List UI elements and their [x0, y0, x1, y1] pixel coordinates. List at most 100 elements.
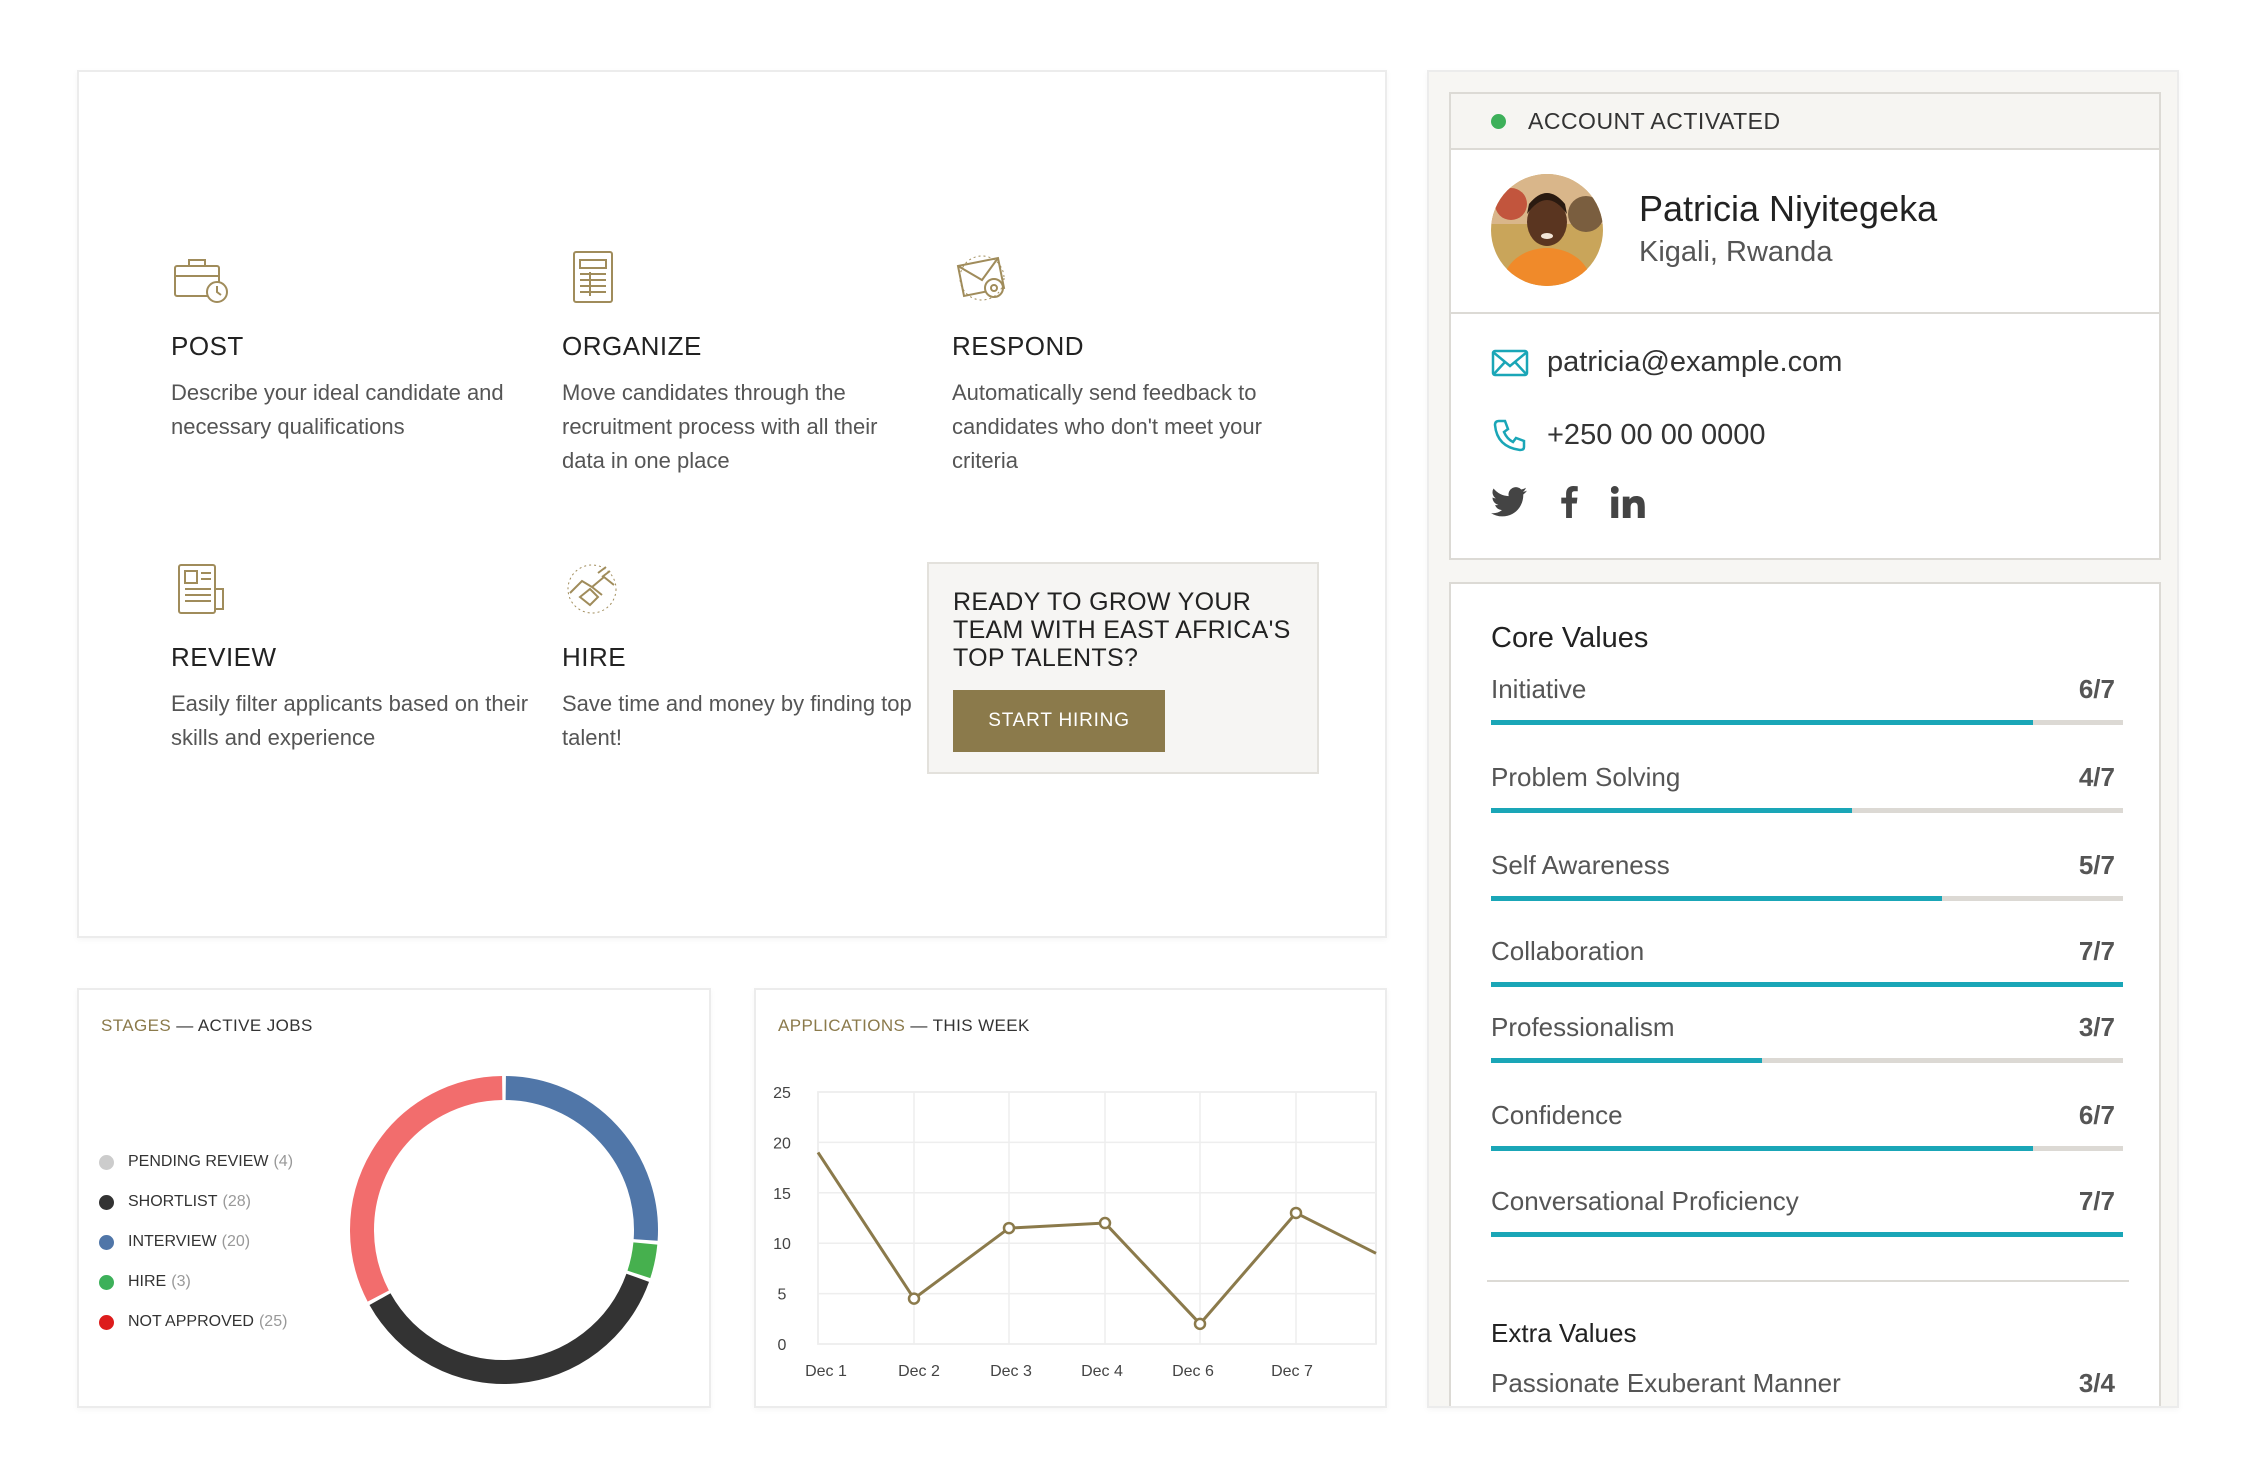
- features-card: POST Describe your ideal candidate and n…: [77, 70, 1387, 938]
- x-tick-label: Dec 2: [898, 1363, 940, 1380]
- twitter-icon[interactable]: [1491, 487, 1527, 517]
- feature-title: ORGANIZE: [562, 331, 702, 361]
- core-value-label: Collaboration: [1491, 936, 1645, 966]
- legend-count: (28): [222, 1193, 251, 1210]
- stages-donut-chart: [350, 1076, 658, 1384]
- legend-item: PENDING REVIEW (4): [99, 1142, 293, 1182]
- briefcase-clock-icon: [174, 259, 228, 303]
- y-tick-label: 20: [773, 1135, 791, 1152]
- values-divider: [1487, 1280, 2129, 1282]
- donut-slice-interview: [505, 1076, 658, 1241]
- linkedin-icon[interactable]: [1611, 486, 1645, 518]
- core-value-fill: [1491, 720, 2033, 725]
- donut-slice-hire: [627, 1242, 658, 1279]
- stages-card: STAGES — ACTIVE JOBS PENDING REVIEW (4) SH…: [77, 988, 711, 1408]
- core-value-row: Initiative 6/7: [1491, 674, 2123, 725]
- legend-dot: [99, 1274, 114, 1290]
- legend-dot: [99, 1154, 114, 1170]
- core-value-fill: [1491, 1146, 2033, 1151]
- start-hiring-button[interactable]: START HIRING: [953, 690, 1165, 752]
- phone-icon: [1493, 419, 1526, 452]
- donut-slice-shortlist: [369, 1273, 650, 1384]
- y-tick-label: 25: [773, 1085, 791, 1102]
- feature-title: REVIEW: [171, 642, 277, 672]
- feature-desc: Automatically send feedback to candidate…: [952, 380, 1262, 473]
- profile-phone[interactable]: +250 00 00 0000: [1547, 419, 1766, 452]
- profile-card: ACCOUNT ACTIVATED Patricia Niyitegeka Ki…: [1449, 92, 2161, 560]
- candidate-panel: ACCOUNT ACTIVATED Patricia Niyitegeka Ki…: [1427, 70, 2179, 1408]
- applications-card: APPLICATIONS — THIS WEEK 0 5 10 15 20 25 Dec 1…: [754, 988, 1387, 1408]
- data-point: [1289, 1206, 1303, 1220]
- x-tick-label: Dec 6: [1172, 1363, 1214, 1380]
- core-value-track: [1491, 1232, 2123, 1237]
- feature-title: HIRE: [562, 642, 627, 672]
- core-value-label: Self Awareness: [1491, 850, 1670, 880]
- core-value-fill: [1491, 1058, 1763, 1063]
- core-value-row: Collaboration 7/7: [1491, 936, 2123, 987]
- legend-label: INTERVIEW: [128, 1233, 217, 1250]
- feature-hire: HIRE Save time and money by finding top …: [562, 559, 922, 755]
- x-tick-label: Dec 7: [1271, 1363, 1313, 1380]
- legend-item: NOT APPROVED (25): [99, 1302, 293, 1342]
- account-status: ACCOUNT ACTIVATED: [1451, 94, 2159, 150]
- core-value-fill: [1491, 808, 1852, 813]
- core-value-track: [1491, 1058, 2123, 1063]
- extra-values-title: Extra Values: [1491, 1318, 1637, 1348]
- core-value-score: 5/7: [2078, 850, 2115, 880]
- core-value-row: Problem Solving 4/7: [1491, 762, 2123, 813]
- data-point: [1098, 1216, 1112, 1230]
- core-value-score: 3/7: [2078, 1012, 2115, 1042]
- feature-title: RESPOND: [952, 331, 1085, 361]
- core-value-label: Conversational Proficiency: [1491, 1186, 1799, 1216]
- core-value-label: Initiative: [1491, 674, 1587, 704]
- core-value-row: Self Awareness 5/7: [1491, 850, 2123, 901]
- core-value-track: [1491, 896, 2123, 901]
- extra-value-score: 3/4: [2078, 1368, 2115, 1398]
- data-point: [1002, 1221, 1016, 1235]
- y-tick-label: 5: [778, 1287, 787, 1304]
- core-value-track: [1491, 808, 2123, 813]
- legend-label: SHORTLIST: [128, 1193, 218, 1210]
- email-row[interactable]: patricia@example.com: [1491, 346, 1842, 379]
- stages-legend: PENDING REVIEW (4) SHORTLIST (28) INTERVIEW(…: [99, 1142, 293, 1342]
- core-value-label: Problem Solving: [1491, 762, 1681, 792]
- cta-title: READY TO GROW YOUR TEAM WITH EAST AFRICA…: [953, 588, 1291, 672]
- resume-icon: [178, 564, 224, 614]
- x-tick-label: Dec 1: [805, 1363, 847, 1380]
- avatar[interactable]: [1491, 174, 1603, 286]
- core-value-score: 6/7: [2078, 674, 2115, 704]
- legend-dot: [99, 1194, 114, 1210]
- core-value-fill: [1491, 982, 2123, 987]
- applications-line-chart: 0 5 10 15 20 25 Dec 1 Dec 2 Dec 3 Dec 4 Dec 6 Dec 7: [773, 1085, 1377, 1380]
- legend-count: (25): [258, 1313, 288, 1330]
- stages-title: STAGES — ACTIVE JOBS: [101, 1016, 313, 1036]
- phone-row[interactable]: +250 00 00 0000: [1491, 418, 1766, 452]
- feature-organize: ORGANIZE Move candidates through the rec…: [562, 248, 922, 478]
- legend-item: INTERVIEW (20): [99, 1222, 293, 1262]
- feature-respond: RESPOND Automatically send feedback to c…: [952, 248, 1312, 478]
- applications-line: [816, 1151, 1377, 1327]
- profile-name: Patricia Niyitegeka: [1639, 188, 1938, 229]
- legend-label: HIRE: [128, 1273, 167, 1290]
- core-value-track: [1491, 1146, 2123, 1151]
- donut-slice-not-approved: [350, 1076, 503, 1302]
- feature-desc: Move candidates through the recruitment …: [562, 380, 878, 473]
- core-value-row: Conversational Proficiency 7/7: [1491, 1186, 2123, 1237]
- y-tick-label: 0: [778, 1337, 787, 1354]
- core-value-score: 6/7: [2078, 1100, 2115, 1130]
- legend-count: (4): [273, 1153, 294, 1170]
- core-value-row: Confidence 6/7: [1491, 1100, 2123, 1151]
- core-value-score: 7/7: [2078, 1186, 2115, 1216]
- cta-box: READY TO GROW YOUR TEAM WITH EAST AFRICA…: [927, 562, 1319, 774]
- extra-value-row: Passionate Exuberant Manner 3/4: [1491, 1368, 2123, 1399]
- legend-label: PENDING REVIEW: [128, 1153, 269, 1170]
- y-tick-label: 10: [773, 1236, 791, 1253]
- legend-item: SHORTLIST (28): [99, 1182, 293, 1222]
- profile-location: Kigali, Rwanda: [1639, 236, 1833, 268]
- legend-dot: [99, 1314, 114, 1330]
- profile-email[interactable]: patricia@example.com: [1547, 346, 1842, 379]
- legend-item: HIRE (3): [99, 1262, 293, 1302]
- core-value-row: Professionalism 3/7: [1491, 1012, 2123, 1063]
- facebook-icon[interactable]: [1559, 486, 1579, 518]
- feature-post: POST Describe your ideal candidate and n…: [171, 248, 531, 444]
